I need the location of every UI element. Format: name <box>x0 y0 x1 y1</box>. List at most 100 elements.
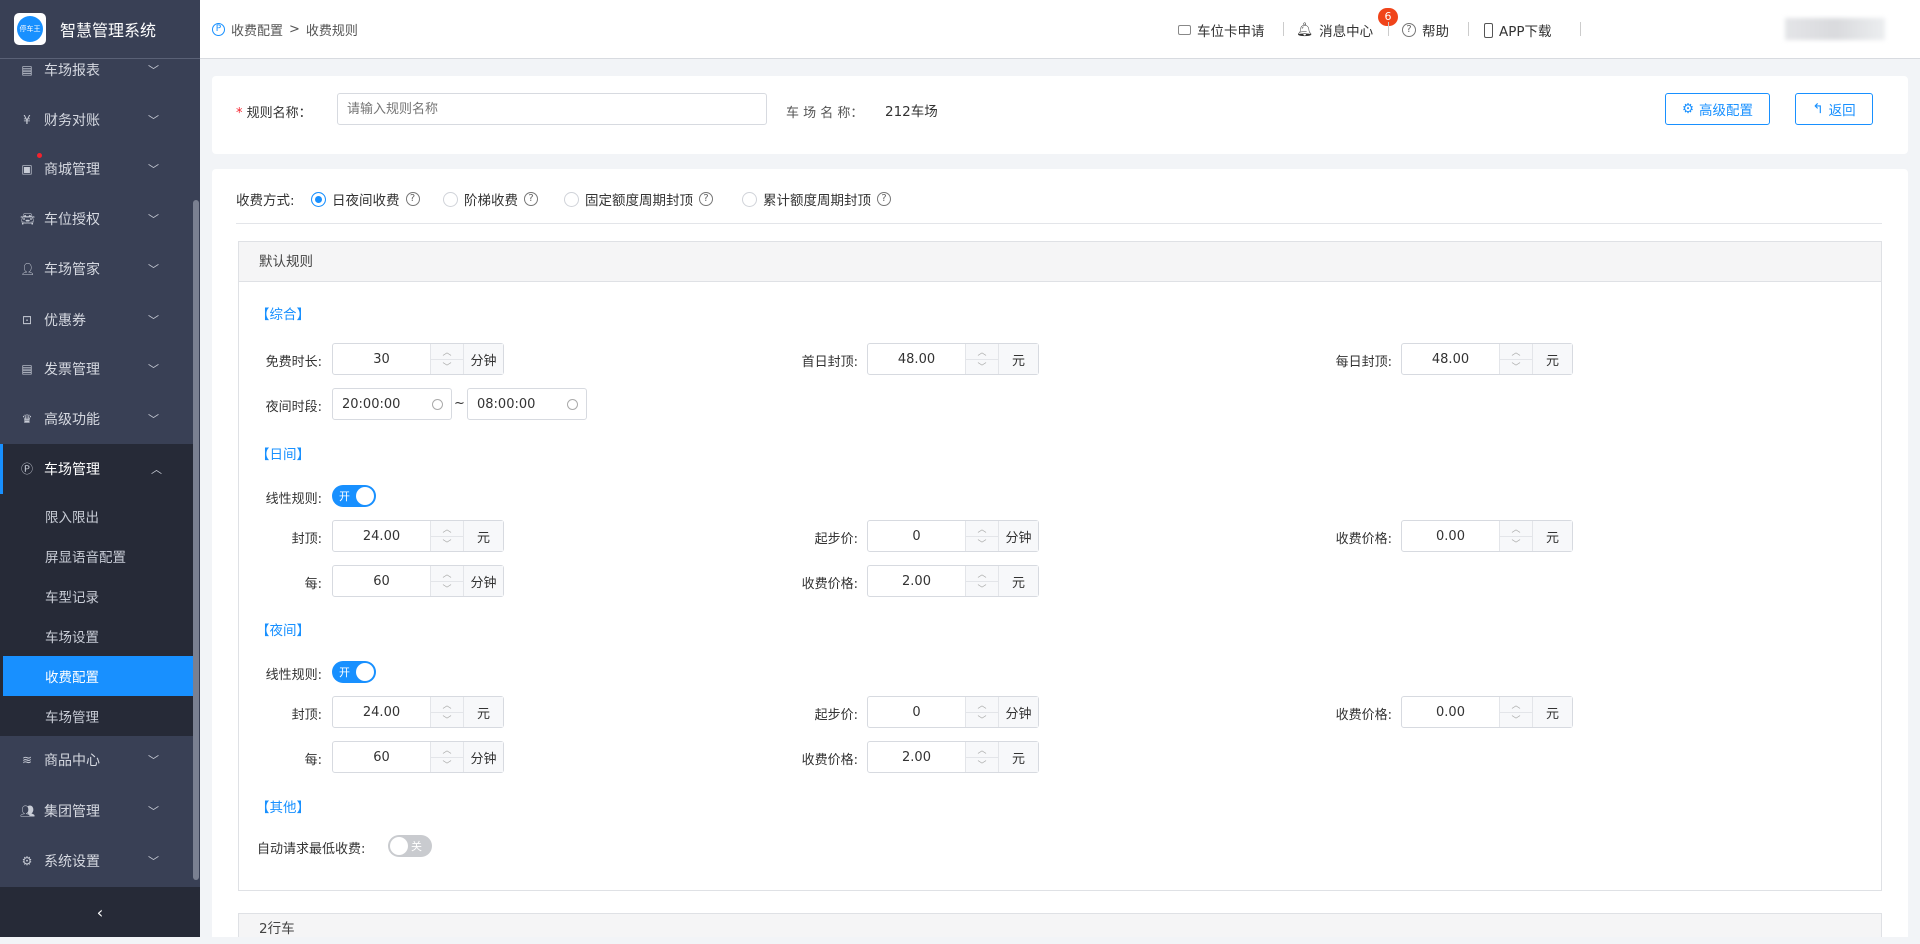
billing-method-radio[interactable]: 累计额度周期封顶? <box>742 189 891 209</box>
decrement-icon[interactable]: ﹀ <box>431 758 463 773</box>
sidebar-item[interactable]: Ⓟ 车场管理 ︿ <box>0 444 196 494</box>
first-day-cap-input[interactable]: 48.00 ︿ ﹀ 元 <box>867 343 1039 375</box>
radio-circle[interactable] <box>443 191 458 207</box>
decrement-icon[interactable]: ﹀ <box>966 360 998 375</box>
radio-circle[interactable] <box>742 191 757 207</box>
sidebar-item[interactable]: ⚙ 系统设置 ﹀ <box>0 836 196 886</box>
stepper-arrows[interactable]: ︿ ﹀ <box>430 344 463 374</box>
decrement-icon[interactable]: ﹀ <box>1500 360 1532 375</box>
night-start-time[interactable]: 20:00:00 <box>332 388 452 420</box>
daily-cap-input[interactable]: 48.00 ︿ ﹀ 元 <box>1401 343 1573 375</box>
sidebar-item[interactable]: ▤ 车场报表 ﹀ <box>0 45 196 95</box>
increment-icon[interactable]: ︿ <box>1500 344 1532 360</box>
radio-circle[interactable] <box>564 191 579 207</box>
number-value[interactable]: 0 <box>868 697 965 727</box>
start-price-input[interactable]: 0 ︿ ﹀ 分钟 <box>867 696 1039 728</box>
stepper-arrows[interactable]: ︿ ﹀ <box>430 521 463 551</box>
number-value[interactable]: 48.00 <box>868 344 965 374</box>
per-input[interactable]: 60 ︿ ﹀ 分钟 <box>332 741 504 773</box>
decrement-icon[interactable]: ﹀ <box>431 537 463 552</box>
increment-icon[interactable]: ︿ <box>431 742 463 758</box>
decrement-icon[interactable]: ﹀ <box>966 537 998 552</box>
per-price-input[interactable]: 2.00 ︿ ﹀ 元 <box>867 565 1039 597</box>
per-price-input[interactable]: 2.00 ︿ ﹀ 元 <box>867 741 1039 773</box>
user-avatar-blurred[interactable] <box>1785 18 1885 40</box>
nav-message-center[interactable]: 🔔︎ 消息中心 <box>1296 20 1373 40</box>
stepper-arrows[interactable]: ︿ ﹀ <box>430 742 463 772</box>
sidebar-item[interactable]: 🚘︎ 车位授权 ﹀ <box>0 194 196 244</box>
increment-icon[interactable]: ︿ <box>431 697 463 713</box>
billing-method-radio[interactable]: 阶梯收费? <box>443 189 538 209</box>
collapse-sidebar-button[interactable]: ‹ <box>0 887 200 937</box>
decrement-icon[interactable]: ﹀ <box>431 360 463 375</box>
number-value[interactable]: 48.00 <box>1402 344 1499 374</box>
stepper-arrows[interactable]: ︿ ﹀ <box>965 521 998 551</box>
stepper-arrows[interactable]: ︿ ﹀ <box>965 697 998 727</box>
back-button[interactable]: ↰ 返回 <box>1795 93 1873 125</box>
sidebar-subitem[interactable]: 屏显语音配置 <box>0 536 192 576</box>
decrement-icon[interactable]: ﹀ <box>431 582 463 597</box>
stepper-arrows[interactable]: ︿ ﹀ <box>1499 697 1532 727</box>
stepper-arrows[interactable]: ︿ ﹀ <box>430 697 463 727</box>
sidebar-item[interactable]: 👤︎ 车场管家 ﹀ <box>0 244 196 294</box>
stepper-arrows[interactable]: ︿ ﹀ <box>430 566 463 596</box>
number-value[interactable]: 24.00 <box>333 697 430 727</box>
start-price-input[interactable]: 0 ︿ ﹀ 分钟 <box>867 520 1039 552</box>
decrement-icon[interactable]: ﹀ <box>1500 713 1532 728</box>
help-icon[interactable]: ? <box>524 192 538 206</box>
auto-min-charge-toggle[interactable]: 关 <box>388 835 432 857</box>
sidebar-item[interactable]: ⊡ 优惠券 ﹀ <box>0 295 196 345</box>
increment-icon[interactable]: ︿ <box>966 566 998 582</box>
decrement-icon[interactable]: ﹀ <box>966 758 998 773</box>
help-icon[interactable]: ? <box>405 192 420 206</box>
stepper-arrows[interactable]: ︿ ﹀ <box>965 742 998 772</box>
number-value[interactable]: 0 <box>868 521 965 551</box>
radio-circle[interactable] <box>311 191 326 207</box>
sidebar-subitem[interactable]: 车场设置 <box>0 616 192 656</box>
sidebar-subitem[interactable]: 车型记录 <box>0 576 192 616</box>
advanced-config-button[interactable]: ⚙ 高级配置 <box>1665 93 1770 125</box>
number-value[interactable]: 60 <box>333 566 430 596</box>
sidebar-scrollbar[interactable] <box>193 200 199 880</box>
price-input[interactable]: 0.00 ︿ ﹀ 元 <box>1401 696 1573 728</box>
cap-input[interactable]: 24.00 ︿ ﹀ 元 <box>332 520 504 552</box>
sidebar-item[interactable]: ▣ 商城管理 ﹀ <box>0 144 196 194</box>
rule-name-input[interactable] <box>337 93 767 125</box>
stepper-arrows[interactable]: ︿ ﹀ <box>1499 344 1532 374</box>
increment-icon[interactable]: ︿ <box>966 521 998 537</box>
billing-method-radio[interactable]: 日夜间收费? <box>311 189 420 209</box>
night-end-time[interactable]: 08:00:00 <box>467 388 587 420</box>
sidebar-item[interactable]: ¥ 财务对账 ﹀ <box>0 95 196 145</box>
increment-icon[interactable]: ︿ <box>431 566 463 582</box>
increment-icon[interactable]: ︿ <box>1500 697 1532 713</box>
nav-app-download[interactable]: APP下载 <box>1484 20 1552 40</box>
linear-rule-toggle[interactable]: 开 <box>332 485 376 507</box>
number-value[interactable]: 0.00 <box>1402 697 1499 727</box>
sidebar-subitem[interactable]: 收费配置 <box>3 656 195 696</box>
sidebar-item[interactable]: 👥︎ 集团管理 ﹀ <box>0 786 196 836</box>
number-value[interactable]: 2.00 <box>868 742 965 772</box>
sidebar-item[interactable]: ≋ 商品中心 ﹀ <box>0 735 196 785</box>
number-value[interactable]: 2.00 <box>868 566 965 596</box>
help-icon[interactable]: ? <box>699 192 713 206</box>
help-icon[interactable]: ? <box>877 192 891 206</box>
cap-input[interactable]: 24.00 ︿ ﹀ 元 <box>332 696 504 728</box>
sidebar-subitem[interactable]: 限入限出 <box>0 496 192 536</box>
linear-rule-toggle[interactable]: 开 <box>332 661 376 683</box>
sidebar-item[interactable]: ♛ 高级功能 ﹀ <box>0 394 196 444</box>
price-input[interactable]: 0.00 ︿ ﹀ 元 <box>1401 520 1573 552</box>
nav-help[interactable]: ? 帮助 <box>1402 20 1449 40</box>
increment-icon[interactable]: ︿ <box>1500 521 1532 537</box>
nav-parking-card-apply[interactable]: 车位卡申请 <box>1178 20 1265 40</box>
increment-icon[interactable]: ︿ <box>431 344 463 360</box>
number-value[interactable]: 24.00 <box>333 521 430 551</box>
increment-icon[interactable]: ︿ <box>966 344 998 360</box>
increment-icon[interactable]: ︿ <box>966 697 998 713</box>
decrement-icon[interactable]: ﹀ <box>966 582 998 597</box>
increment-icon[interactable]: ︿ <box>431 521 463 537</box>
decrement-icon[interactable]: ﹀ <box>1500 537 1532 552</box>
stepper-arrows[interactable]: ︿ ﹀ <box>1499 521 1532 551</box>
number-value[interactable]: 30 <box>333 344 430 374</box>
decrement-icon[interactable]: ﹀ <box>431 713 463 728</box>
sidebar-item[interactable]: ▤ 发票管理 ﹀ <box>0 344 196 394</box>
